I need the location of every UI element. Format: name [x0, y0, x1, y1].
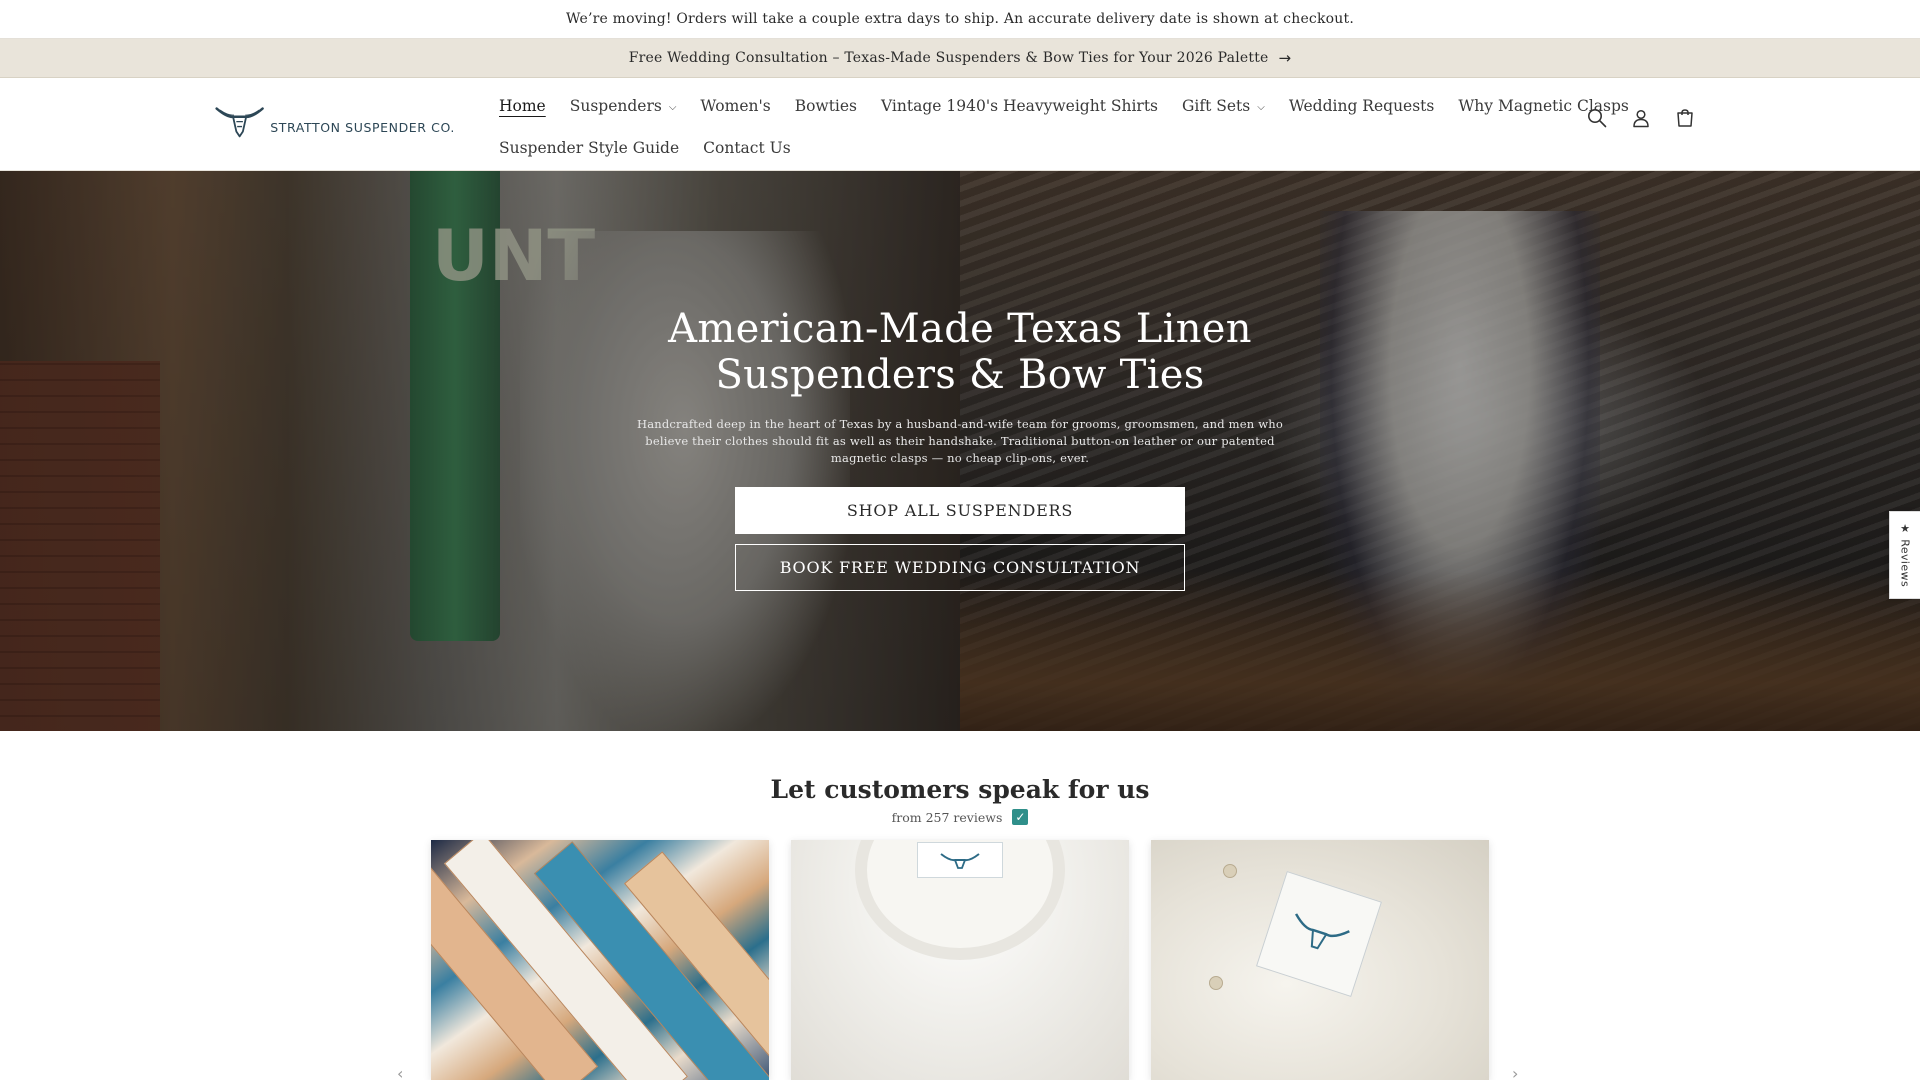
nav-item-style-guide[interactable]: Suspender Style Guide	[487, 139, 691, 157]
nav-item-home[interactable]: Home	[487, 97, 558, 115]
nav-row-1: Home Suspenders ⌵ Women's Bowties Vintage…	[487, 85, 1629, 127]
reviews-subtitle: from 257 reviews ✓	[0, 809, 1920, 825]
carousel-next-icon[interactable]: ›	[1512, 1064, 1518, 1080]
nav-item-womens[interactable]: Women's	[688, 97, 782, 115]
brand-name: STRATTON SUSPENDER CO.	[270, 119, 455, 135]
promo-text[interactable]: Free Wedding Consultation – Texas-Made S…	[629, 50, 1269, 66]
chevron-down-icon: ⌵	[668, 101, 677, 113]
nav-row-2: Suspender Style Guide Contact Us	[487, 127, 1547, 169]
hero-content: American-Made Texas Linen Suspenders & B…	[610, 306, 1310, 591]
review-card[interactable]	[791, 840, 1129, 1080]
reviews-side-tab[interactable]: ★ Reviews	[1889, 511, 1920, 599]
chevron-down-icon: ⌵	[1257, 101, 1265, 113]
longhorn-icon	[917, 842, 1003, 878]
reviews-tab-label: ★ Reviews	[1898, 522, 1912, 588]
header-actions	[1586, 107, 1696, 129]
search-icon[interactable]	[1586, 107, 1608, 129]
cart-icon[interactable]	[1674, 107, 1696, 129]
arrow-right-icon: →	[1278, 49, 1292, 67]
nav-item-bowties[interactable]: Bowties	[783, 97, 869, 115]
promo-bar[interactable]: Free Wedding Consultation – Texas-Made S…	[0, 39, 1920, 78]
longhorn-icon	[1255, 870, 1383, 998]
announcement-text: We’re moving! Orders will take a couple …	[566, 11, 1354, 27]
shop-all-suspenders-button[interactable]: SHOP ALL SUSPENDERS	[735, 487, 1185, 534]
review-card[interactable]	[1151, 840, 1489, 1080]
verified-check-icon: ✓	[1012, 809, 1029, 825]
nav-item-vintage-shirts[interactable]: Vintage 1940's Heavyweight Shirts	[869, 97, 1170, 115]
carousel-prev-icon[interactable]: ‹	[397, 1064, 403, 1080]
announcement-bar: We’re moving! Orders will take a couple …	[0, 0, 1920, 39]
book-consultation-button[interactable]: BOOK FREE WEDDING CONSULTATION	[735, 544, 1185, 591]
longhorn-icon	[215, 107, 264, 138]
nav-item-contact[interactable]: Contact Us	[691, 139, 803, 157]
reviews-count: from 257 reviews	[891, 809, 1003, 825]
reviews-title: Let customers speak for us	[770, 775, 1150, 804]
nav-item-gift-sets[interactable]: Gift Sets ⌵	[1170, 97, 1277, 115]
hero-description: Handcrafted deep in the heart of Texas b…	[636, 417, 1284, 465]
nav-item-suspenders[interactable]: Suspenders ⌵	[558, 97, 689, 115]
hero-title: American-Made Texas Linen Suspenders & B…	[668, 306, 1252, 398]
account-icon[interactable]	[1630, 107, 1652, 129]
hero-banner: UNT American-Made Texas Linen Suspenders…	[0, 171, 1920, 731]
review-card[interactable]	[431, 840, 769, 1080]
brand-logo[interactable]: STRATTON SUSPENDER CO.	[215, 96, 455, 144]
reviews-section: Let customers speak for us from 257 revi…	[0, 731, 1920, 1080]
main-nav: Home Suspenders ⌵ Women's Bowties Vintage…	[487, 85, 1629, 169]
site-header: STRATTON SUSPENDER CO. Home Suspenders ⌵ …	[0, 78, 1920, 171]
nav-item-wedding-requests[interactable]: Wedding Requests	[1277, 97, 1447, 115]
